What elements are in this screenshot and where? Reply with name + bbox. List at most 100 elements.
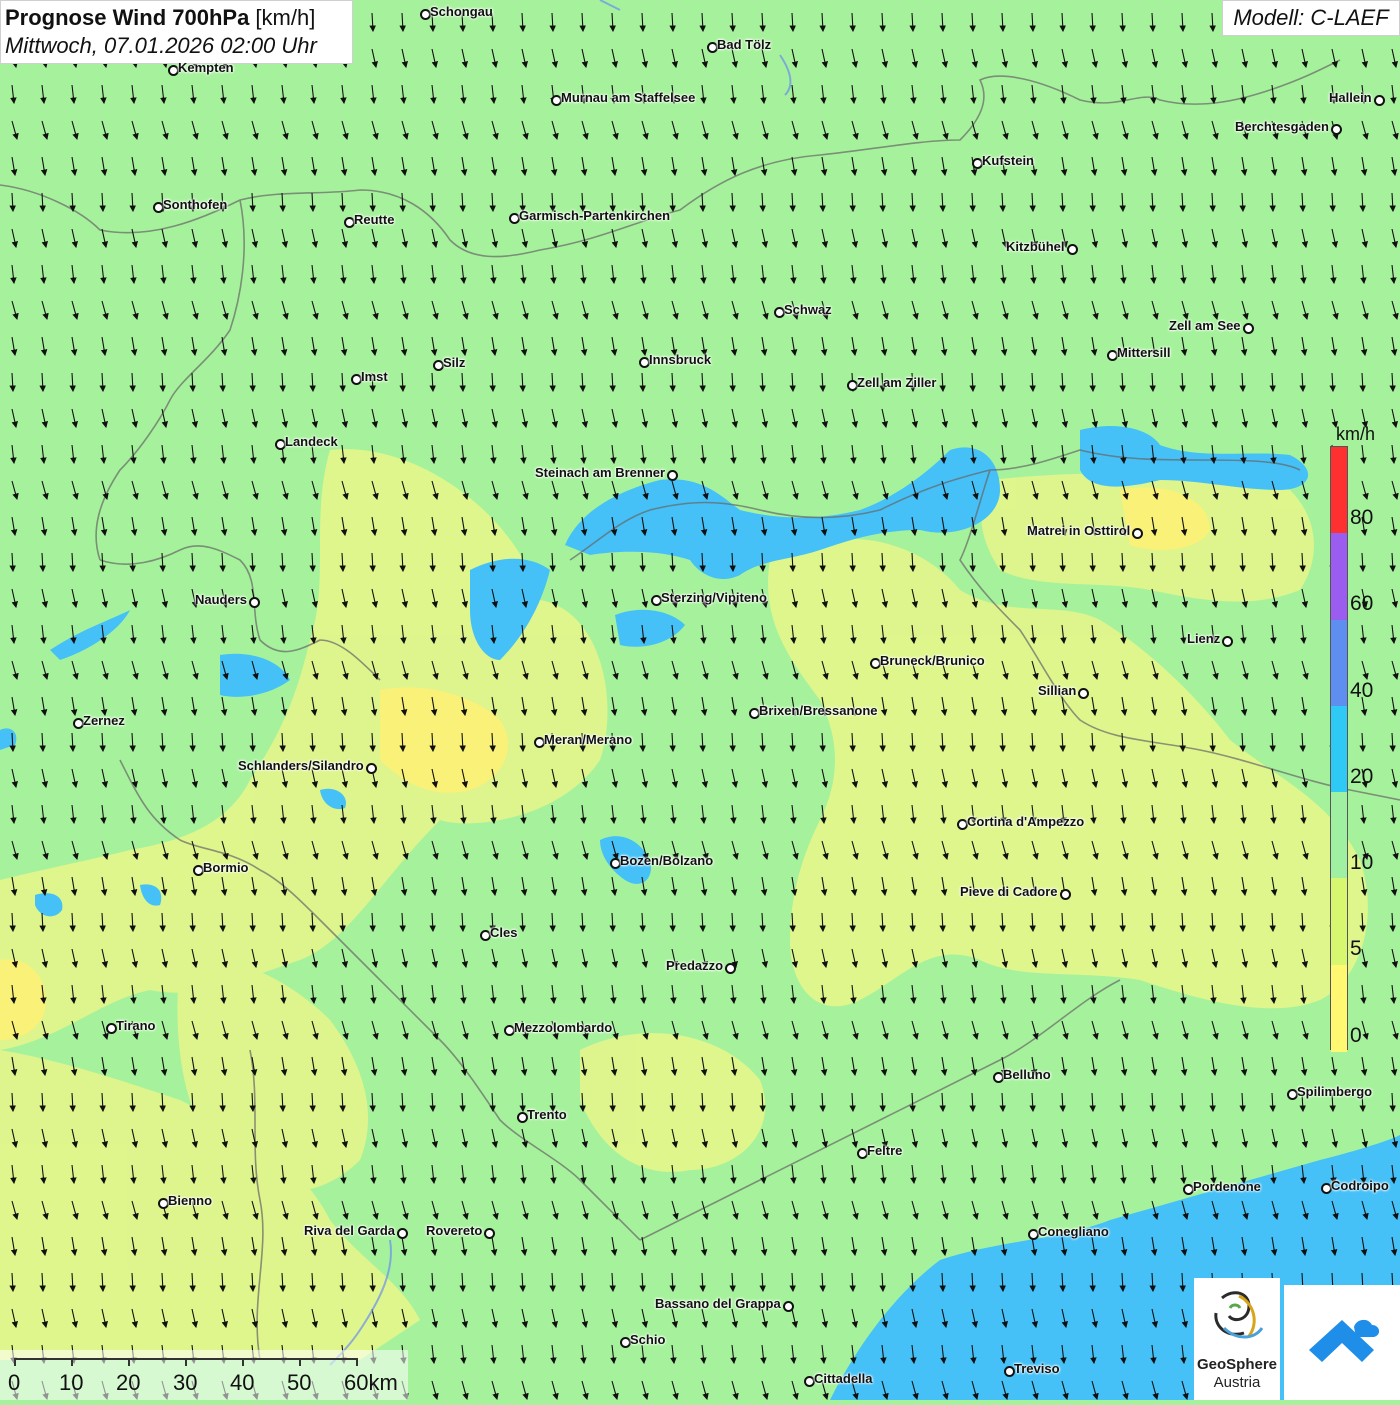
city-label: Sonthofen <box>163 197 228 212</box>
city-marker <box>667 470 678 481</box>
city-label: Innsbruck <box>649 352 712 367</box>
scale-tick <box>356 1358 358 1366</box>
legend-tick-label: 0 <box>1350 1023 1362 1047</box>
logo-line1: GeoSphere <box>1196 1356 1278 1373</box>
city-marker <box>397 1228 408 1239</box>
scale-label: 0 <box>8 1370 21 1395</box>
scale-tick <box>128 1358 130 1366</box>
city-label: Bad Tölz <box>717 37 772 52</box>
scale-label: 20 <box>116 1370 141 1395</box>
city-label: Zell am See <box>1169 318 1241 333</box>
city-label: Reutte <box>354 212 395 227</box>
city-marker <box>1067 244 1078 255</box>
legend-color-segment <box>1331 878 1347 966</box>
scale-tick <box>299 1358 301 1366</box>
geosphere-icon <box>1214 1291 1264 1339</box>
city-label: Bassano del Grappa <box>655 1296 781 1311</box>
legend-color-segment <box>1331 447 1347 534</box>
city-label: Lienz <box>1187 631 1221 646</box>
city-label: Schlanders/Silandro <box>238 758 364 773</box>
scale-label: 60km <box>344 1370 398 1395</box>
city-marker <box>1078 688 1089 699</box>
city-label: Treviso <box>1014 1361 1060 1376</box>
legend-color-segment <box>1331 705 1347 793</box>
city-label: Matrei in Osttirol <box>1027 523 1131 538</box>
legend-tick-label: 10 <box>1350 851 1374 875</box>
legend-bar <box>1330 446 1348 1052</box>
legend-color-segment <box>1331 964 1347 1052</box>
city-label: Landeck <box>285 434 338 449</box>
city-marker <box>249 597 260 608</box>
city-label: Kitzbühel <box>1006 239 1065 254</box>
scale-tick <box>71 1358 73 1366</box>
scale-label: 40 <box>230 1370 255 1395</box>
city-label: Schio <box>630 1332 666 1347</box>
city-label: Mittersill <box>1117 345 1171 360</box>
city-label: Bozen/Bolzano <box>620 853 714 868</box>
city-marker <box>1243 323 1254 334</box>
city-label: Schwaz <box>784 302 832 317</box>
city-marker <box>484 1228 495 1239</box>
city-label: Conegliano <box>1038 1224 1109 1239</box>
geosphere-logo: GeoSphere Austria <box>1194 1278 1280 1400</box>
legend-tick-label: 80 <box>1350 506 1374 529</box>
city-label: Kempten <box>178 60 234 75</box>
color-legend: km/h 80 60 40 20 10 5 0 <box>1326 420 1390 1060</box>
city-label: Cortina d'Ampezzo <box>967 814 1085 829</box>
city-label: Kufstein <box>982 153 1034 168</box>
app-logo <box>1284 1285 1400 1400</box>
city-label: Brixen/Bressanone <box>759 703 878 718</box>
legend-tick-label: 40 <box>1350 678 1374 702</box>
city-label: Meran/Merano <box>544 732 633 747</box>
city-label: Berchtesgaden <box>1235 119 1329 134</box>
city-label: Zell am Ziller <box>857 375 937 390</box>
legend-tick-label: 5 <box>1350 937 1362 961</box>
city-marker <box>1060 889 1071 900</box>
city-label: Bormio <box>203 860 249 875</box>
city-label: Feltre <box>867 1143 903 1158</box>
legend-color-segment <box>1331 533 1347 621</box>
city-marker <box>1222 636 1233 647</box>
city-marker <box>1132 528 1143 539</box>
city-label: Sillian <box>1038 683 1077 698</box>
mountain-icon <box>1309 1319 1380 1362</box>
city-marker <box>725 963 736 974</box>
city-marker <box>1331 124 1342 135</box>
city-label: Zernez <box>83 713 125 728</box>
city-marker <box>366 763 377 774</box>
city-label: Rovereto <box>426 1223 483 1238</box>
city-marker <box>1374 95 1385 106</box>
legend-color-segment <box>1331 619 1347 707</box>
city-label: Tirano <box>116 1018 156 1033</box>
scale-tick <box>14 1358 16 1366</box>
legend-color-segment <box>1331 792 1347 880</box>
scale-label: 30 <box>173 1370 198 1395</box>
city-label: Hallein <box>1329 90 1372 105</box>
scale-tick <box>185 1358 187 1366</box>
city-label: Mezzolombardo <box>514 1020 613 1035</box>
map-subtitle: Mittwoch, 07.01.2026 02:00 Uhr <box>5 33 317 58</box>
legend-tick-label: 20 <box>1350 764 1374 788</box>
city-label: Imst <box>361 369 388 384</box>
city-label: Pieve di Cadore <box>960 884 1058 899</box>
scale-label: 50 <box>287 1370 312 1395</box>
scale-tick <box>242 1358 244 1366</box>
scale-bar: 0 10 20 30 40 50 60km <box>0 1350 408 1400</box>
city-label: Pordenone <box>1193 1179 1261 1194</box>
city-label: Nauders <box>195 592 248 607</box>
city-label: Spilimbergo <box>1297 1084 1373 1099</box>
title-box: Prognose Wind 700hPa [km/h] Mittwoch, 07… <box>0 0 353 64</box>
city-label: Sterzing/Vipiteno <box>661 590 767 605</box>
city-label: Bruneck/Brunico <box>880 653 985 668</box>
scale-label: 10 <box>59 1370 84 1395</box>
city-label: Bienno <box>168 1193 213 1208</box>
city-label: Schongau <box>430 4 493 19</box>
city-label: Trento <box>527 1107 567 1122</box>
logo-line2: Austria <box>1213 1374 1261 1391</box>
city-label: Belluno <box>1003 1067 1051 1082</box>
city-label: Garmisch-Partenkirchen <box>519 208 671 223</box>
map-title: Prognose Wind 700hPa [km/h] <box>5 5 316 30</box>
city-label: Predazzo <box>666 958 724 973</box>
legend-unit: km/h <box>1336 424 1376 444</box>
city-label: Steinach am Brenner <box>535 465 666 480</box>
